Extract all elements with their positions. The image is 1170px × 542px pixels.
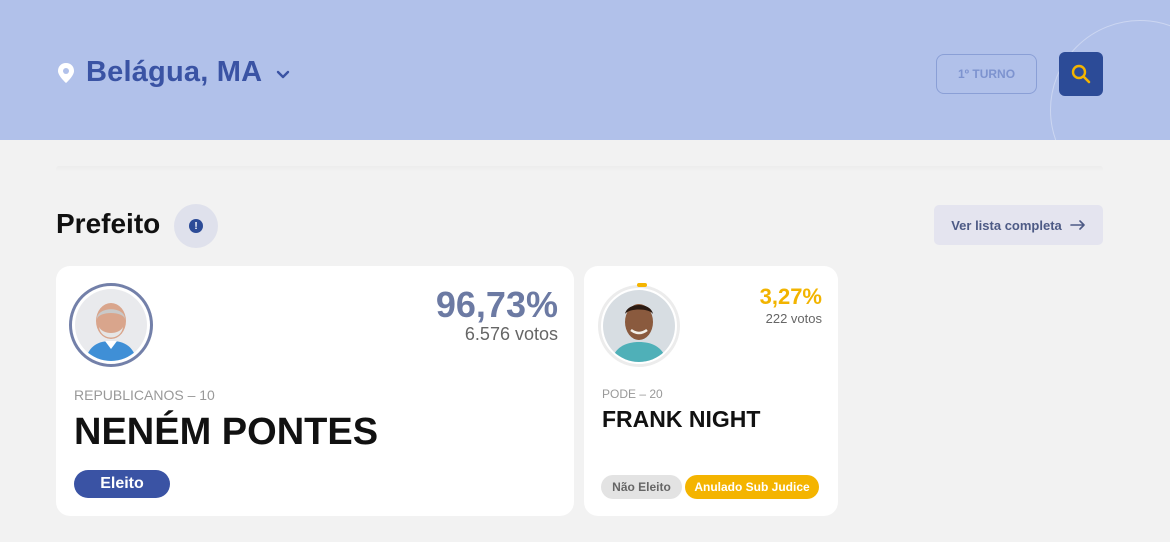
location-selector[interactable]: Belágua, MA — [56, 56, 290, 89]
chevron-down-icon[interactable] — [276, 70, 290, 80]
map-pin-icon — [58, 62, 74, 83]
not-elected-badge: Não Eleito — [601, 475, 682, 499]
arrow-right-icon — [1069, 220, 1085, 230]
divider — [56, 166, 1103, 172]
candidate-card[interactable]: 3,27% 222 votos PODE – 20 FRANK NIGHT Nã… — [584, 266, 838, 516]
info-button[interactable]: ! — [174, 204, 218, 248]
avatar — [75, 289, 147, 361]
section-title: Prefeito — [56, 208, 161, 239]
avatar — [603, 290, 675, 362]
header: Belágua, MA 1º TURNO — [0, 0, 1170, 140]
candidate-name: NENÉM PONTES — [74, 411, 379, 453]
annulled-sub-judice-badge: Anulado Sub Judice — [685, 475, 819, 499]
elected-badge: Eleito — [74, 470, 170, 498]
candidate-card[interactable]: 96,73% 6.576 votos REPUBLICANOS – 10 NEN… — [56, 266, 574, 516]
search-button[interactable] — [1059, 52, 1103, 96]
vote-count: 222 votos — [765, 311, 822, 326]
view-full-list-button[interactable]: Ver lista completa — [934, 205, 1103, 245]
vote-share-ring — [69, 283, 153, 367]
search-icon — [1071, 64, 1091, 84]
vote-share-ring-progress — [637, 283, 647, 287]
info-icon: ! — [189, 219, 203, 233]
vote-count: 6.576 votos — [464, 324, 558, 344]
party-number: PODE – 20 — [602, 387, 663, 401]
vote-percentage: 96,73% — [435, 284, 558, 325]
vote-percentage: 3,27% — [759, 284, 822, 309]
city-name[interactable]: Belágua, MA — [86, 56, 262, 89]
party-number: REPUBLICANOS – 10 — [74, 387, 215, 403]
vote-share-ring — [598, 285, 680, 367]
view-full-list-label: Ver lista completa — [951, 217, 1062, 233]
candidate-name: FRANK NIGHT — [602, 406, 761, 432]
turno-button[interactable]: 1º TURNO — [936, 54, 1037, 94]
